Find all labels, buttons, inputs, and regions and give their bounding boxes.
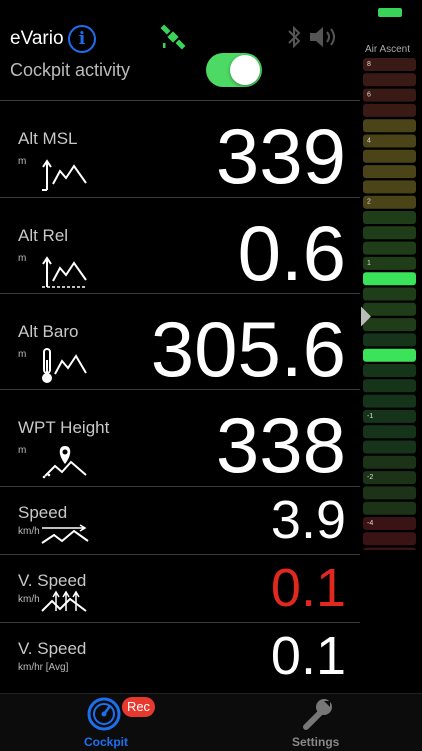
cockpit-activity-label: Cockpit activity (10, 60, 131, 80)
vario-segment (363, 532, 416, 546)
vario-segment (363, 272, 416, 286)
air-ascent-gauge: Air Ascent 86421-1-2-4-8-16 (361, 44, 422, 550)
altitude-relative-icon (42, 256, 87, 288)
vario-segment (363, 180, 416, 194)
row-unit: m (18, 253, 27, 264)
speaker-icon (310, 27, 335, 47)
row-vertical-speed: V. Speed km/h 0.1 (0, 554, 360, 622)
vario-segment (363, 58, 416, 71)
row-unit: m (18, 349, 27, 360)
vario-segment (363, 256, 416, 270)
row-unit: km/h (18, 594, 40, 605)
vario-segment (363, 425, 416, 439)
vario-tick-label: 8 (367, 61, 371, 68)
vario-segment (363, 195, 416, 209)
vario-bar-chart: 86421-1-2-4-8-16 (361, 58, 416, 550)
vario-segment (363, 379, 416, 393)
vario-segment (363, 455, 416, 469)
row-label: Alt Baro (18, 322, 79, 341)
app-title: eVario (10, 28, 64, 49)
altitude-msl-icon (42, 159, 87, 191)
vario-tick-label: 2 (367, 199, 371, 206)
vario-tick-label: -2 (367, 474, 373, 481)
vario-segment (363, 73, 416, 87)
vario-segment (363, 88, 416, 102)
vario-tick-label: 6 (367, 92, 371, 99)
row-unit: km/hr [Avg] (18, 662, 69, 673)
vario-segment (363, 165, 416, 179)
header: eVario i Cockpit activity (0, 0, 360, 100)
row-label: V. Speed (18, 571, 87, 590)
vario-segment (363, 149, 416, 163)
tab-settings[interactable]: Settings (270, 694, 360, 751)
row-value: 339 (215, 112, 346, 200)
vario-tick-label: 4 (367, 138, 371, 145)
vario-segment (363, 302, 416, 316)
vario-segment (363, 103, 416, 117)
row-value: 305.6 (150, 305, 346, 393)
row-value: 338 (215, 401, 346, 489)
vario-segment (363, 440, 416, 454)
waypoint-height-icon (42, 446, 87, 479)
vario-segment (363, 134, 416, 148)
vario-segment (363, 394, 416, 408)
vario-tick-label: -4 (367, 520, 373, 527)
rec-badge: Rec (122, 697, 155, 717)
cockpit-icon (87, 697, 121, 731)
tab-label: Settings (292, 735, 340, 749)
barometer-altitude-icon (42, 348, 87, 383)
vario-segment (363, 318, 416, 332)
row-alt-msl: Alt MSL m 339 (0, 100, 360, 200)
row-label: Speed (18, 503, 68, 522)
speed-icon (41, 524, 89, 544)
satellite-icon (160, 24, 186, 50)
vario-segment (363, 333, 416, 347)
row-alt-baro: Alt Baro m 305.6 (0, 293, 360, 393)
row-value: 3.9 (270, 490, 346, 550)
row-value: 0.6 (237, 209, 346, 297)
tab-bar: Cockpit Settings (0, 693, 422, 751)
bluetooth-icon (288, 25, 301, 49)
vario-segment (363, 547, 416, 550)
vario-segment (363, 211, 416, 224)
row-alt-rel: Alt Rel m 0.6 (0, 197, 360, 297)
vario-segment (363, 287, 416, 301)
vario-segment (363, 501, 416, 515)
row-vertical-speed-avg: V. Speed km/hr [Avg] 0.1 (0, 622, 360, 697)
row-unit: m (18, 445, 27, 456)
row-label: WPT Height (18, 418, 110, 437)
row-unit: m (18, 156, 27, 167)
vario-segment (363, 364, 416, 377)
row-label: V. Speed (18, 639, 87, 658)
wrench-icon (303, 699, 332, 730)
vario-segment (363, 119, 416, 133)
row-value: 0.1 (270, 558, 346, 618)
vario-tick-label: 1 (367, 260, 371, 267)
data-rows: Alt MSL m 339 Alt Rel m 0.6 Alt Baro m 3… (0, 100, 360, 697)
vario-segment (363, 241, 416, 255)
vario-segment (363, 226, 416, 240)
info-icon[interactable]: i (68, 25, 96, 53)
vario-tick-label: -1 (367, 413, 373, 420)
row-value: 0.1 (270, 626, 346, 686)
battery-icon (378, 8, 402, 17)
vario-segment (363, 348, 416, 362)
vario-segment (363, 486, 416, 500)
row-wpt-height: WPT Height m 338 (0, 389, 360, 489)
row-label: Alt MSL (18, 129, 78, 148)
row-unit: km/h (18, 526, 40, 537)
tab-label: Cockpit (84, 735, 129, 749)
toggle-knob (230, 55, 260, 85)
row-speed: Speed km/h 3.9 (0, 486, 360, 554)
vertical-speed-icon (41, 590, 87, 612)
cockpit-activity-toggle[interactable] (206, 53, 262, 87)
row-label: Alt Rel (18, 226, 69, 245)
